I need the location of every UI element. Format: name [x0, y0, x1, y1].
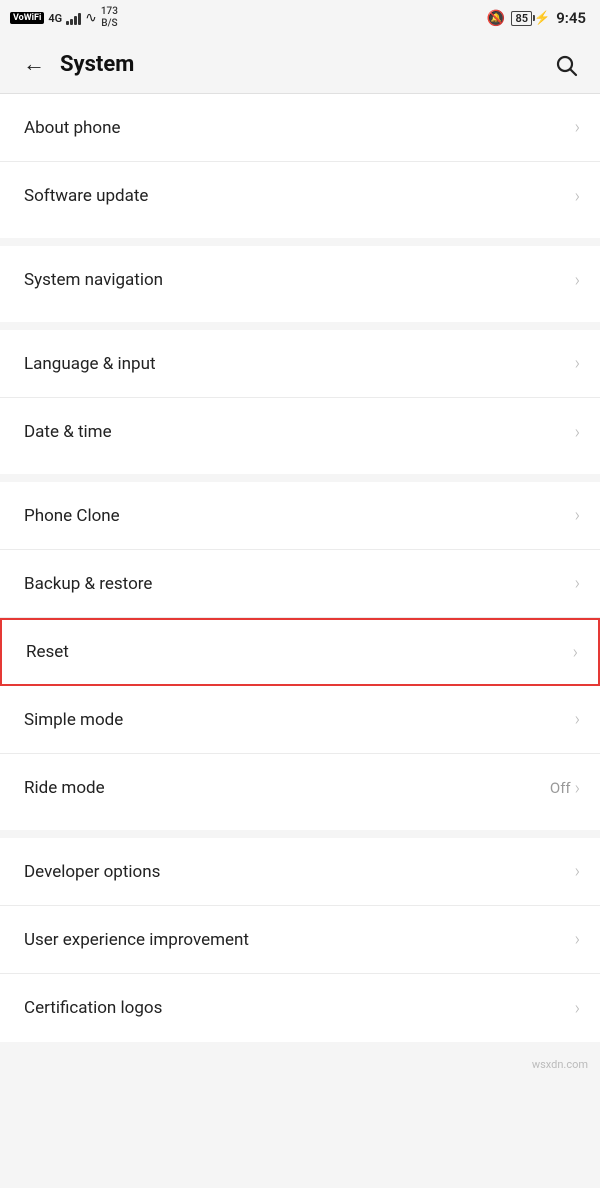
group-separator-3	[0, 474, 600, 482]
chevron-icon: ›	[575, 778, 580, 799]
chevron-icon: ›	[575, 270, 580, 291]
group-separator-1	[0, 238, 600, 246]
search-icon	[554, 53, 578, 77]
settings-list: About phone › Software update › System n…	[0, 94, 600, 1042]
status-right: 🔕 85 ⚡ 9:45	[487, 9, 586, 27]
item-right-software-update: ›	[575, 186, 580, 207]
chevron-icon: ›	[575, 573, 580, 594]
item-right-system-navigation: ›	[575, 270, 580, 291]
group-separator-2	[0, 322, 600, 330]
item-label-date-time: Date & time	[24, 422, 112, 442]
chevron-icon: ›	[573, 642, 578, 663]
chevron-icon: ›	[575, 709, 580, 730]
signal-bars	[66, 11, 81, 25]
signal-bar-3	[74, 16, 77, 25]
item-label-developer-options: Developer options	[24, 862, 160, 882]
item-label-ride-mode: Ride mode	[24, 778, 105, 798]
settings-item-reset[interactable]: Reset ›	[0, 618, 600, 686]
data-speed: 173B/S	[101, 6, 118, 30]
item-label-reset: Reset	[26, 642, 69, 662]
chevron-icon: ›	[575, 929, 580, 950]
wifi-icon: ∿	[85, 10, 97, 26]
ride-mode-value: Off	[550, 779, 571, 797]
settings-item-about-phone[interactable]: About phone ›	[0, 94, 600, 162]
back-arrow-icon: ←	[23, 54, 45, 76]
settings-group-1: About phone › Software update ›	[0, 94, 600, 230]
signal-bar-4	[78, 13, 81, 25]
settings-item-ride-mode[interactable]: Ride mode Off ›	[0, 754, 600, 822]
settings-item-user-experience[interactable]: User experience improvement ›	[0, 906, 600, 974]
vowifi-indicator: VoWiFi	[10, 12, 44, 24]
item-label-software-update: Software update	[24, 186, 148, 206]
settings-group-3: Language & input › Date & time ›	[0, 330, 600, 466]
chevron-icon: ›	[575, 186, 580, 207]
item-right-about-phone: ›	[575, 117, 580, 138]
item-label-language-input: Language & input	[24, 354, 156, 374]
back-button[interactable]: ←	[16, 47, 52, 83]
battery-container: 85 ⚡	[511, 11, 550, 26]
item-right-backup-restore: ›	[575, 573, 580, 594]
network-type: 4G	[48, 12, 62, 25]
settings-group-5: Developer options › User experience impr…	[0, 838, 600, 1042]
toolbar: ← System	[0, 36, 600, 94]
item-label-user-experience: User experience improvement	[24, 930, 249, 950]
item-right-simple-mode: ›	[575, 709, 580, 730]
item-right-phone-clone: ›	[575, 505, 580, 526]
group-separator-4	[0, 830, 600, 838]
chevron-icon: ›	[575, 422, 580, 443]
watermark: wsxdn.com	[0, 1050, 600, 1075]
chevron-icon: ›	[575, 505, 580, 526]
signal-bar-1	[66, 21, 69, 25]
item-label-certification-logos: Certification logos	[24, 998, 162, 1018]
chevron-icon: ›	[575, 353, 580, 374]
item-label-phone-clone: Phone Clone	[24, 506, 120, 526]
settings-item-developer-options[interactable]: Developer options ›	[0, 838, 600, 906]
chevron-icon: ›	[575, 861, 580, 882]
settings-item-system-navigation[interactable]: System navigation ›	[0, 246, 600, 314]
time-display: 9:45	[556, 9, 586, 27]
settings-item-backup-restore[interactable]: Backup & restore ›	[0, 550, 600, 618]
settings-item-language-input[interactable]: Language & input ›	[0, 330, 600, 398]
item-right-date-time: ›	[575, 422, 580, 443]
item-right-developer-options: ›	[575, 861, 580, 882]
item-right-user-experience: ›	[575, 929, 580, 950]
settings-item-software-update[interactable]: Software update ›	[0, 162, 600, 230]
settings-group-2: System navigation ›	[0, 246, 600, 314]
item-label-backup-restore: Backup & restore	[24, 574, 152, 594]
status-bar: VoWiFi 4G ∿ 173B/S 🔕 85 ⚡ 9:45	[0, 0, 600, 36]
charging-icon: ⚡	[534, 11, 550, 26]
chevron-icon: ›	[575, 117, 580, 138]
item-label-system-navigation: System navigation	[24, 270, 163, 290]
bell-muted-icon: 🔕	[487, 9, 506, 27]
item-label-about-phone: About phone	[24, 118, 121, 138]
item-right-language-input: ›	[575, 353, 580, 374]
settings-item-date-time[interactable]: Date & time ›	[0, 398, 600, 466]
status-left: VoWiFi 4G ∿ 173B/S	[10, 6, 118, 30]
signal-bar-2	[70, 19, 73, 25]
item-right-reset: ›	[573, 642, 578, 663]
settings-group-4: Phone Clone › Backup & restore › Reset ›…	[0, 482, 600, 822]
settings-item-certification-logos[interactable]: Certification logos ›	[0, 974, 600, 1042]
settings-item-simple-mode[interactable]: Simple mode ›	[0, 686, 600, 754]
item-right-certification-logos: ›	[575, 998, 580, 1019]
chevron-icon: ›	[575, 998, 580, 1019]
settings-item-phone-clone[interactable]: Phone Clone ›	[0, 482, 600, 550]
item-right-ride-mode: Off ›	[550, 778, 580, 799]
search-button[interactable]	[548, 47, 584, 83]
item-label-simple-mode: Simple mode	[24, 710, 123, 730]
battery-level: 85	[511, 12, 532, 25]
page-title: System	[60, 52, 548, 77]
